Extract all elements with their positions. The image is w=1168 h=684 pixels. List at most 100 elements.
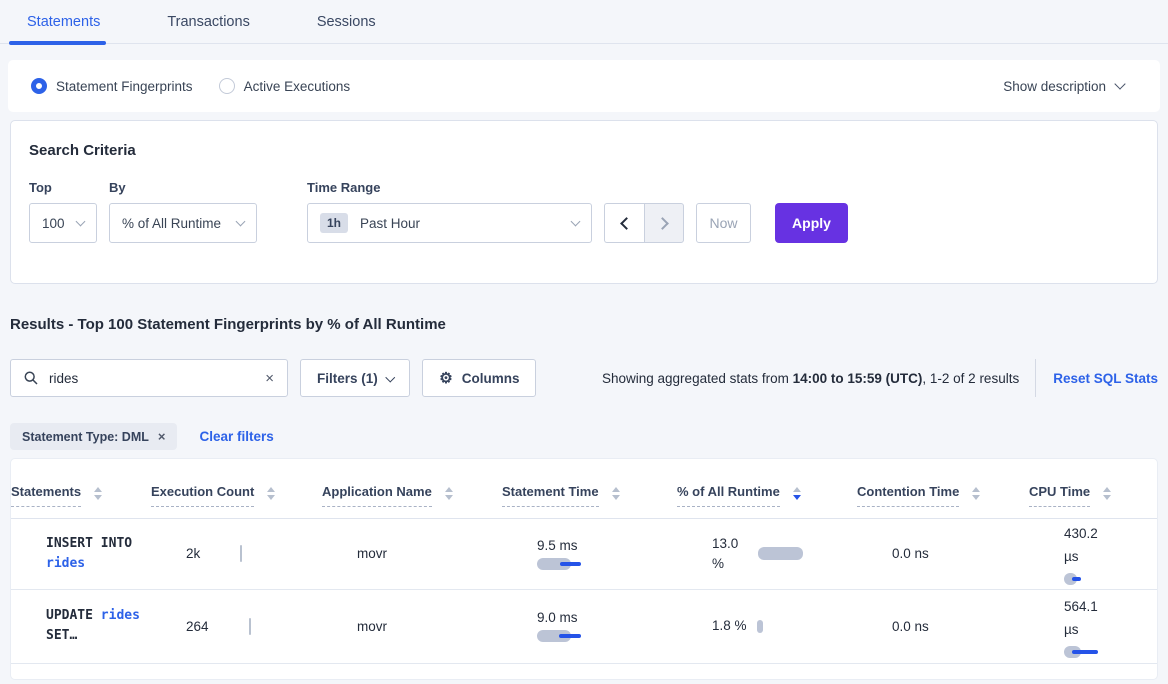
- reset-sql-stats-link[interactable]: Reset SQL Stats: [1035, 359, 1158, 397]
- columns-button-label: Columns: [462, 371, 520, 386]
- execution-count-cell: 264: [186, 618, 357, 635]
- statement-link[interactable]: rides: [46, 556, 85, 571]
- pct-runtime-cell: 1.8 %: [712, 616, 892, 636]
- remove-filter-icon[interactable]: ×: [158, 430, 166, 443]
- column-header-contention-time[interactable]: Contention Time: [857, 484, 1029, 507]
- statement-time-bar: [537, 558, 712, 570]
- column-header-pct-runtime[interactable]: % of All Runtime: [677, 484, 857, 507]
- search-icon: [24, 371, 38, 385]
- sort-icon: [94, 487, 102, 500]
- column-header-statements[interactable]: Statements: [11, 484, 151, 507]
- radio-statement-fingerprints[interactable]: Statement Fingerprints: [31, 78, 193, 94]
- showing-stats-text: Showing aggregated stats from 14:00 to 1…: [602, 371, 1019, 386]
- filter-pill-row: Statement Type: DML × Clear filters: [10, 423, 1158, 450]
- tab-transactions[interactable]: Transactions: [167, 0, 249, 44]
- search-criteria-title: Search Criteria: [29, 142, 1139, 159]
- tab-sessions[interactable]: Sessions: [317, 0, 376, 44]
- pct-runtime-cell: 13.0 %: [712, 534, 892, 574]
- tab-transactions-label: Transactions: [167, 14, 249, 30]
- statement-cell: INSERT INTO rides: [46, 534, 168, 574]
- chevron-down-icon: [1114, 78, 1125, 89]
- filters-button[interactable]: Filters (1): [300, 359, 410, 397]
- column-header-statement-time[interactable]: Statement Time: [502, 484, 677, 507]
- cpu-time-cell: 430.2 µs: [1064, 522, 1157, 585]
- search-input[interactable]: [47, 370, 256, 387]
- time-range-field: Time Range 1h Past Hour: [307, 180, 592, 243]
- filters-button-label: Filters (1): [317, 371, 378, 386]
- radio-statement-fingerprints-label: Statement Fingerprints: [56, 79, 193, 94]
- column-header-application-name[interactable]: Application Name: [322, 484, 502, 507]
- execution-count-cell: 2k: [186, 545, 357, 562]
- table-row: INSERT INTO rides 2k movr 9.5 ms 13.0 % …: [11, 519, 1157, 590]
- statement-link[interactable]: rides: [101, 608, 140, 623]
- time-range-value: Past Hour: [360, 216, 420, 231]
- time-range-label: Time Range: [307, 180, 592, 195]
- sort-icon: [1103, 487, 1111, 500]
- clear-search-icon[interactable]: ×: [265, 371, 274, 386]
- gear-icon: ⚙: [439, 371, 452, 386]
- chevron-down-icon: [236, 216, 246, 226]
- top-select-value: 100: [42, 216, 65, 231]
- view-mode-bar: Statement Fingerprints Active Executions…: [8, 60, 1160, 112]
- cpu-time-bar: [1064, 646, 1157, 658]
- by-field: By % of All Runtime: [109, 180, 257, 243]
- show-description-label: Show description: [1003, 79, 1106, 94]
- search-box: ×: [10, 359, 288, 397]
- tab-statements[interactable]: Statements: [27, 0, 100, 44]
- table-row: UPDATE rides SET… 264 movr 9.0 ms 1.8 % …: [11, 590, 1157, 664]
- radio-active-executions[interactable]: Active Executions: [219, 78, 351, 94]
- apply-button[interactable]: Apply: [775, 203, 848, 243]
- chevron-right-icon: [656, 217, 669, 230]
- cpu-time-cell: 564.1 µs: [1064, 595, 1157, 658]
- by-label: By: [109, 180, 257, 195]
- statement-time-bar: [537, 630, 712, 642]
- contention-time-cell: 0.0 ns: [892, 619, 1064, 634]
- by-select-value: % of All Runtime: [122, 216, 221, 231]
- tab-sessions-label: Sessions: [317, 14, 376, 30]
- radio-active-executions-label: Active Executions: [244, 79, 351, 94]
- chevron-down-icon: [571, 216, 581, 226]
- execution-count-bar: [240, 545, 242, 562]
- sort-icon: [972, 487, 980, 500]
- time-prev-button[interactable]: [604, 203, 644, 243]
- application-name-cell: movr: [357, 619, 537, 634]
- results-toolbar: × Filters (1) ⚙ Columns Showing aggregat…: [10, 359, 1158, 397]
- cpu-time-bar: [1064, 573, 1157, 585]
- statement-time-cell: 9.5 ms: [537, 538, 712, 570]
- show-description-toggle[interactable]: Show description: [1003, 79, 1124, 94]
- column-header-execution-count[interactable]: Execution Count: [151, 484, 322, 507]
- table-header-row: Statements Execution Count Application N…: [11, 459, 1157, 519]
- now-button[interactable]: Now: [696, 203, 751, 243]
- sort-icon: [445, 487, 453, 500]
- tab-statements-label: Statements: [27, 14, 100, 30]
- search-criteria-form: Top 100 By % of All Runtime Time Range 1…: [29, 180, 1139, 243]
- clear-filters-link[interactable]: Clear filters: [199, 429, 273, 444]
- contention-time-cell: 0.0 ns: [892, 546, 1064, 561]
- top-select[interactable]: 100: [29, 203, 97, 243]
- filter-pill-label: Statement Type: DML: [22, 430, 149, 444]
- time-range-badge: 1h: [320, 213, 348, 233]
- statement-cell: UPDATE rides SET…: [46, 606, 168, 646]
- sort-icon: [793, 487, 801, 500]
- search-criteria-card: Search Criteria Top 100 By % of All Runt…: [10, 120, 1158, 284]
- radio-selected-icon: [31, 78, 47, 94]
- column-header-cpu-time[interactable]: CPU Time: [1029, 484, 1157, 507]
- pct-runtime-bar: [757, 620, 763, 633]
- columns-button[interactable]: ⚙ Columns: [422, 359, 536, 397]
- tab-bar: Statements Transactions Sessions: [0, 0, 1168, 44]
- time-range-select[interactable]: 1h Past Hour: [307, 203, 592, 243]
- statements-table: Statements Execution Count Application N…: [10, 458, 1158, 680]
- time-next-button: [644, 203, 684, 243]
- view-mode-radio-group: Statement Fingerprints Active Executions: [31, 78, 350, 94]
- statement-time-cell: 9.0 ms: [537, 610, 712, 642]
- sort-icon: [612, 487, 620, 500]
- radio-unselected-icon: [219, 78, 235, 94]
- filter-pill: Statement Type: DML ×: [10, 423, 177, 450]
- application-name-cell: movr: [357, 546, 537, 561]
- execution-count-bar: [249, 618, 251, 635]
- pct-runtime-bar: [758, 547, 803, 560]
- by-select[interactable]: % of All Runtime: [109, 203, 257, 243]
- chevron-down-icon: [76, 216, 86, 226]
- sort-icon: [267, 487, 275, 500]
- top-field: Top 100: [29, 180, 97, 243]
